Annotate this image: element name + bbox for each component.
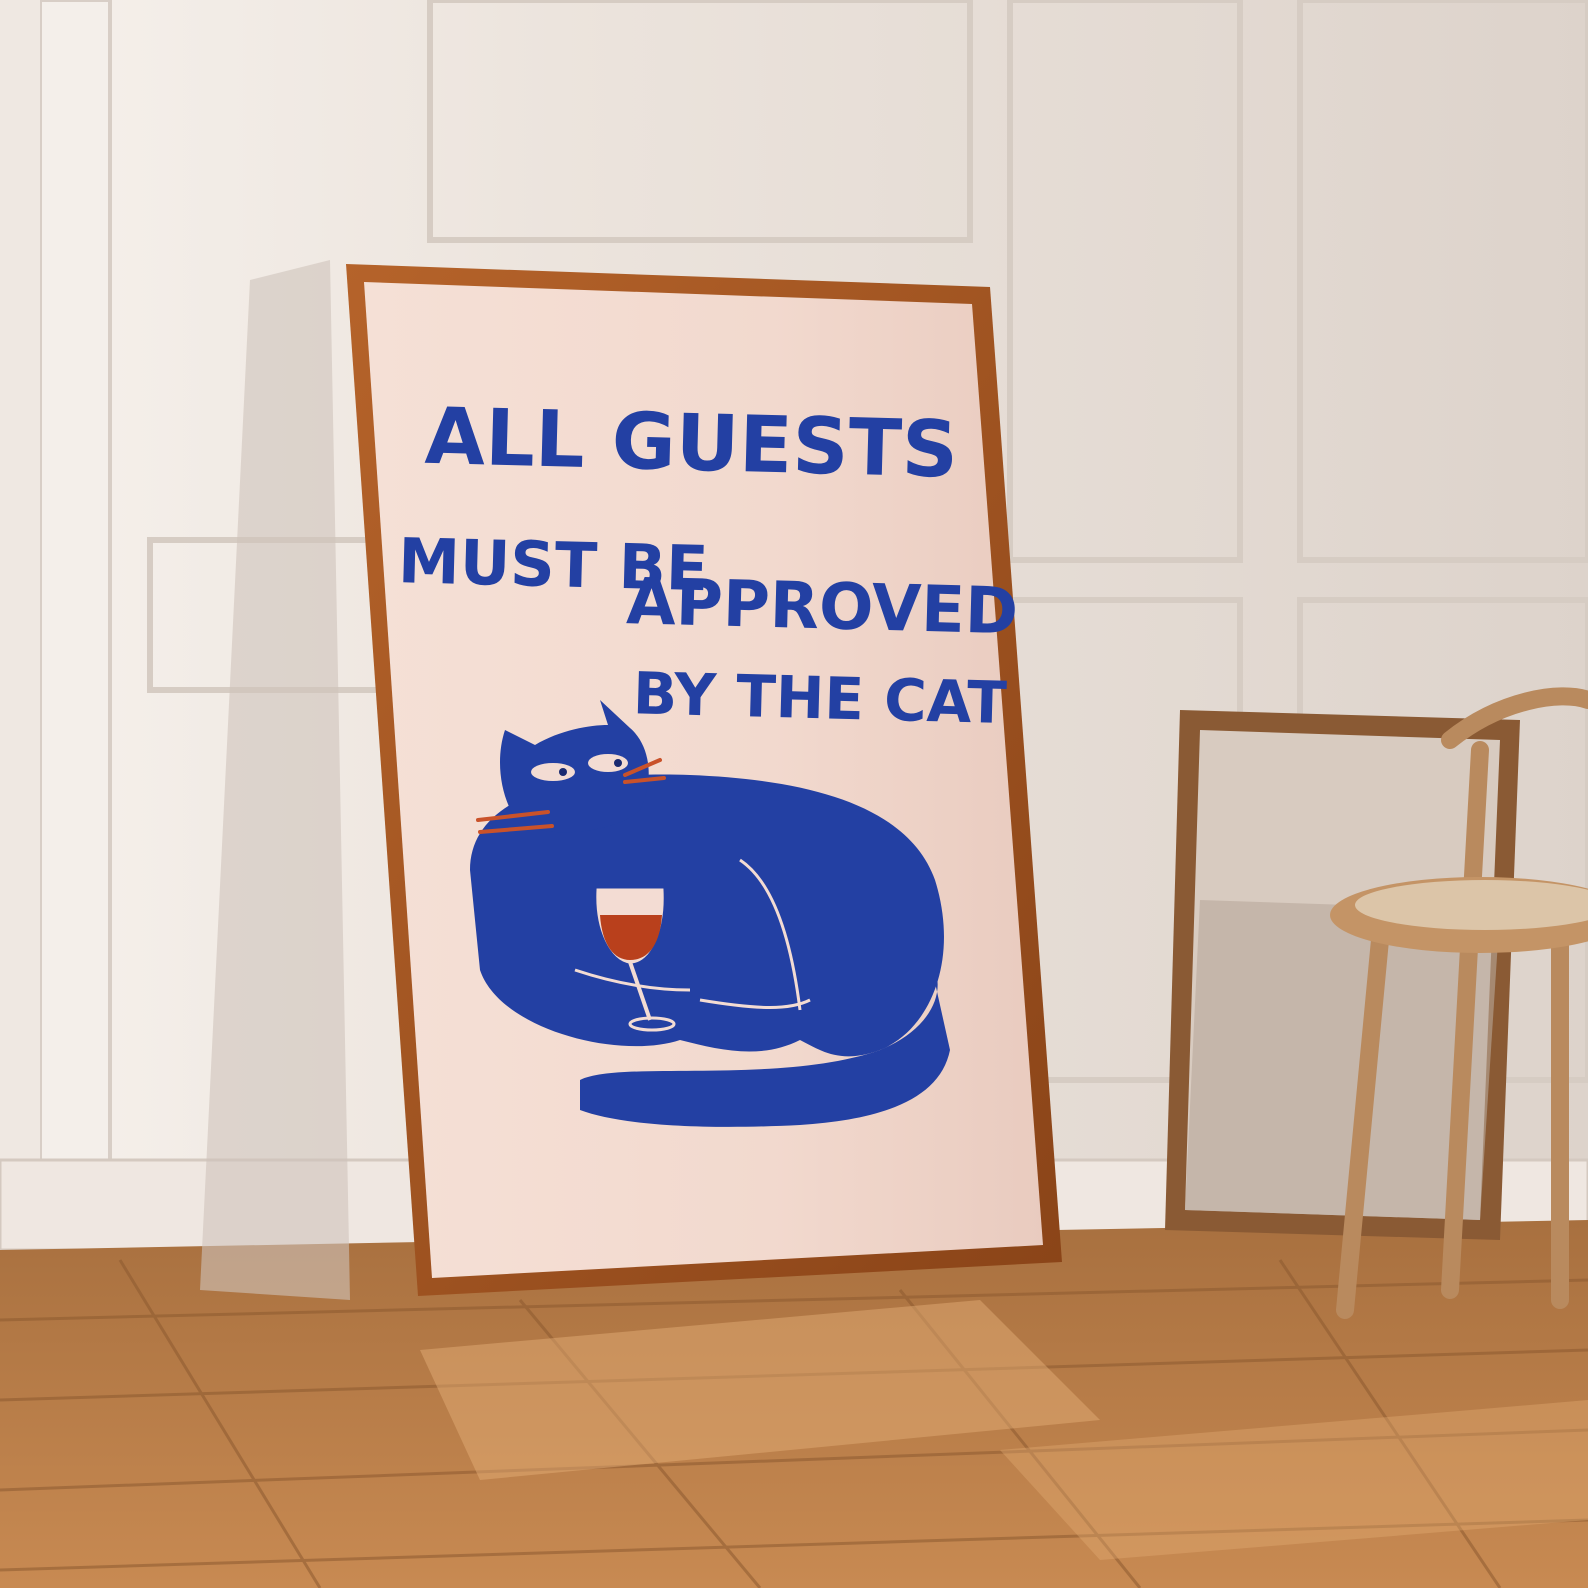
room-scene: ALL GUESTS MUST BE APPROVED BY THE CAT <box>0 0 1588 1588</box>
door-frame <box>38 0 112 1262</box>
poster-line-all-guests: ALL GUESTS <box>424 392 959 496</box>
poster-line-approved: APPROVED <box>625 565 1018 649</box>
poster-line-by-the-cat: BY THE CAT <box>632 659 1008 737</box>
